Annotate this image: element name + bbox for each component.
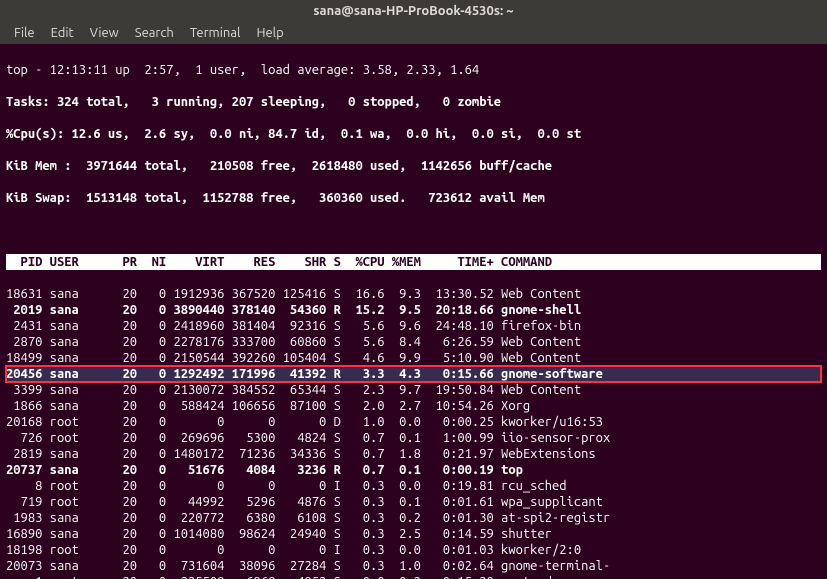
blank-line bbox=[6, 222, 821, 238]
summary-line: KiB Swap: 1513148 total, 1152788 free, 3… bbox=[6, 190, 821, 206]
process-row: 20073 sana 20 0 731604 38096 27284 S 0.3… bbox=[6, 558, 821, 574]
process-row: 18198 root 20 0 0 0 0 I 0.3 0.0 0:01.03 … bbox=[6, 542, 821, 558]
window-title: sana@sana-HP-ProBook-4530s: ~ bbox=[0, 0, 827, 22]
process-row: 20168 root 20 0 0 0 0 D 1.0 0.0 0:00.25 … bbox=[6, 414, 821, 430]
summary-line: KiB Mem : 3971644 total, 210508 free, 26… bbox=[6, 158, 821, 174]
menu-view[interactable]: View bbox=[82, 26, 127, 40]
process-row: 719 root 20 0 44992 5296 4876 S 0.3 0.1 … bbox=[6, 494, 821, 510]
terminal-output[interactable]: top - 12:13:11 up 2:57, 1 user, load ave… bbox=[0, 44, 827, 579]
process-row: 8 root 20 0 0 0 0 I 0.3 0.0 0:19.81 rcu_… bbox=[6, 478, 821, 494]
process-row: 16890 sana 20 0 1014080 98624 24940 S 0.… bbox=[6, 526, 821, 542]
process-row: 2819 sana 20 0 1480172 71236 34336 S 0.7… bbox=[6, 446, 821, 462]
process-row: 726 root 20 0 269696 5300 4824 S 0.7 0.1… bbox=[6, 430, 821, 446]
summary-line: Tasks: 324 total, 3 running, 207 sleepin… bbox=[6, 94, 821, 110]
menu-help[interactable]: Help bbox=[248, 26, 291, 40]
summary-line: %Cpu(s): 12.6 us, 2.6 sy, 0.0 ni, 84.7 i… bbox=[6, 126, 821, 142]
process-row: 18631 sana 20 0 1912936 367520 125416 S … bbox=[6, 286, 821, 302]
process-row: 18499 sana 20 0 2150544 392260 105404 S … bbox=[6, 350, 821, 366]
process-row: 1983 sana 20 0 220772 6380 6108 S 0.3 0.… bbox=[6, 510, 821, 526]
process-row: 3399 sana 20 0 2130072 384552 65344 S 2.… bbox=[6, 382, 821, 398]
process-row: 2870 sana 20 0 2278176 333700 60860 S 5.… bbox=[6, 334, 821, 350]
menubar: FileEditViewSearchTerminalHelp bbox=[0, 22, 827, 44]
menu-terminal[interactable]: Terminal bbox=[182, 26, 249, 40]
column-header: PID USER PR NI VIRT RES SHR S %CPU %MEM … bbox=[6, 254, 821, 270]
menu-edit[interactable]: Edit bbox=[43, 26, 82, 40]
menu-file[interactable]: File bbox=[6, 26, 43, 40]
process-row: 20737 sana 20 0 51676 4084 3236 R 0.7 0.… bbox=[6, 462, 821, 478]
summary-line: top - 12:13:11 up 2:57, 1 user, load ave… bbox=[6, 62, 821, 78]
menu-search[interactable]: Search bbox=[127, 26, 182, 40]
process-row: 1866 sana 20 0 588424 106656 87100 S 2.0… bbox=[6, 398, 821, 414]
process-row: 2019 sana 20 0 3890440 378140 54360 R 15… bbox=[6, 302, 821, 318]
process-row: 2431 sana 20 0 2418960 381404 92316 S 5.… bbox=[6, 318, 821, 334]
process-row: 1 root 20 0 225508 6968 4952 S 0.0 0.2 0… bbox=[6, 574, 821, 579]
process-row: 20456 sana 20 0 1292492 171996 41392 R 3… bbox=[6, 366, 821, 382]
